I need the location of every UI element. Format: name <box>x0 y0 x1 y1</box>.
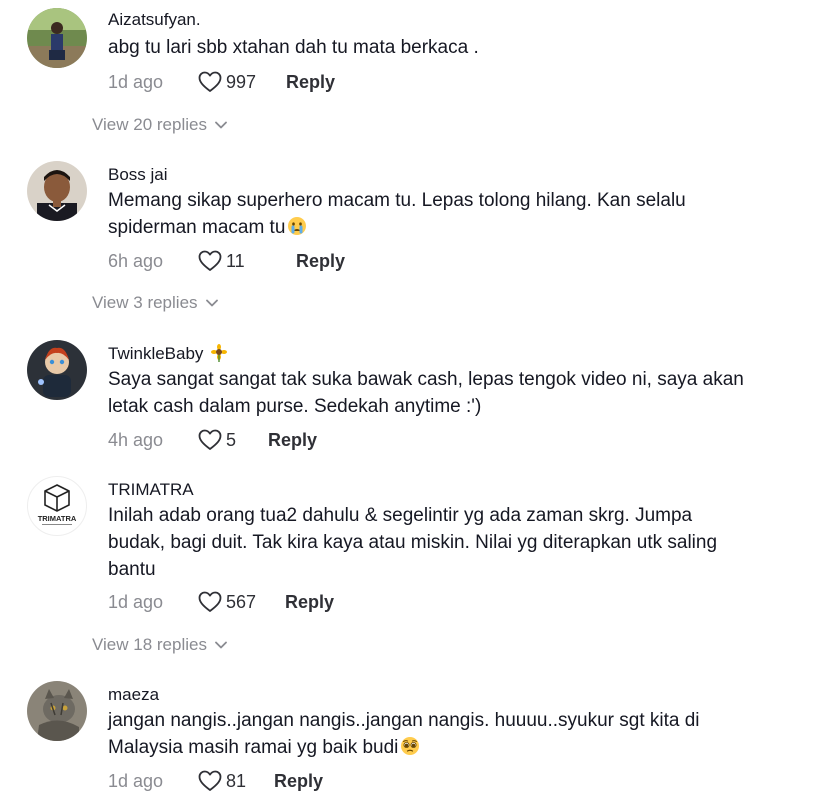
heart-outline-icon <box>198 770 222 792</box>
heart-outline-icon <box>198 71 222 93</box>
comment-meta: 1d ago 997 Reply <box>108 69 335 95</box>
reply-button[interactable]: Reply <box>285 592 334 613</box>
chevron-down-icon <box>215 121 227 129</box>
comment-meta: 6h ago 11 Reply <box>108 248 345 274</box>
avatar[interactable]: TRIMATRA <box>27 476 87 536</box>
like-count: 5 <box>226 429 237 450</box>
like-count: 11 <box>226 250 245 271</box>
reply-button[interactable]: Reply <box>286 72 335 93</box>
view-replies-button[interactable]: View 18 replies <box>92 635 227 655</box>
comment-meta: 1d ago 81 Reply <box>108 768 323 794</box>
avatar[interactable] <box>27 8 87 68</box>
heart-outline-icon <box>198 250 222 272</box>
comment-time: 4h ago <box>108 429 164 450</box>
view-replies-button[interactable]: View 20 replies <box>92 115 227 135</box>
like-button[interactable]: 567 <box>198 591 285 613</box>
avatar[interactable] <box>27 681 87 741</box>
comment-text: jangan nangis..jangan nangis..jangan nan… <box>108 707 748 764</box>
heart-outline-icon <box>198 429 222 451</box>
comment-username[interactable]: Aizatsufyan. <box>108 10 201 30</box>
chevron-down-icon <box>205 299 218 307</box>
comment-username[interactable]: Boss jai <box>108 165 168 185</box>
comment-text: Memang sikap superhero macam tu. Lepas t… <box>108 187 748 244</box>
comment-text: Inilah adab orang tua2 dahulu & segelint… <box>108 505 718 580</box>
comment-text: abg tu lari sbb xtahan dah tu mata berka… <box>108 37 479 58</box>
comment-time: 6h ago <box>108 250 164 271</box>
view-replies-label: View 20 replies <box>92 115 207 134</box>
reply-button[interactable]: Reply <box>274 771 323 792</box>
like-count: 997 <box>226 71 257 92</box>
username-text: TwinkleBaby <box>108 344 204 363</box>
pleading-face-emoji <box>400 736 420 764</box>
view-replies-label: View 3 replies <box>92 293 198 312</box>
trimatra-logo-text: TRIMATRA <box>38 514 77 523</box>
view-replies-label: View 18 replies <box>92 635 207 654</box>
comment-time: 1d ago <box>108 591 164 612</box>
sunflower-emoji <box>210 344 228 367</box>
like-count: 567 <box>226 591 257 612</box>
comment-meta: 4h ago 5 Reply <box>108 427 317 453</box>
avatar[interactable] <box>27 340 87 400</box>
like-button[interactable]: 81 <box>198 770 274 792</box>
crying-face-emoji <box>287 216 307 244</box>
heart-outline-icon <box>198 591 222 613</box>
like-button[interactable]: 997 <box>198 71 286 93</box>
comment-meta: 1d ago 567 Reply <box>108 589 334 615</box>
like-button[interactable]: 5 <box>198 429 268 451</box>
comment-text-content: Memang sikap superhero macam tu. Lepas t… <box>108 190 686 238</box>
comment-time: 1d ago <box>108 770 164 791</box>
comment-username[interactable]: maeza <box>108 685 159 705</box>
trimatra-logo: TRIMATRA <box>38 484 77 525</box>
comment-username[interactable]: TwinkleBaby <box>108 344 228 367</box>
like-count: 81 <box>226 770 247 791</box>
reply-button[interactable]: Reply <box>296 251 345 272</box>
chevron-down-icon <box>215 641 227 649</box>
reply-button[interactable]: Reply <box>268 430 317 451</box>
comment-time: 1d ago <box>108 71 164 92</box>
like-button[interactable]: 11 <box>198 250 296 272</box>
comment-username[interactable]: TRIMATRA <box>108 480 194 500</box>
comment-text: Saya sangat sangat tak suka bawak cash, … <box>108 369 744 417</box>
avatar[interactable] <box>27 161 87 221</box>
view-replies-button[interactable]: View 3 replies <box>92 293 218 313</box>
